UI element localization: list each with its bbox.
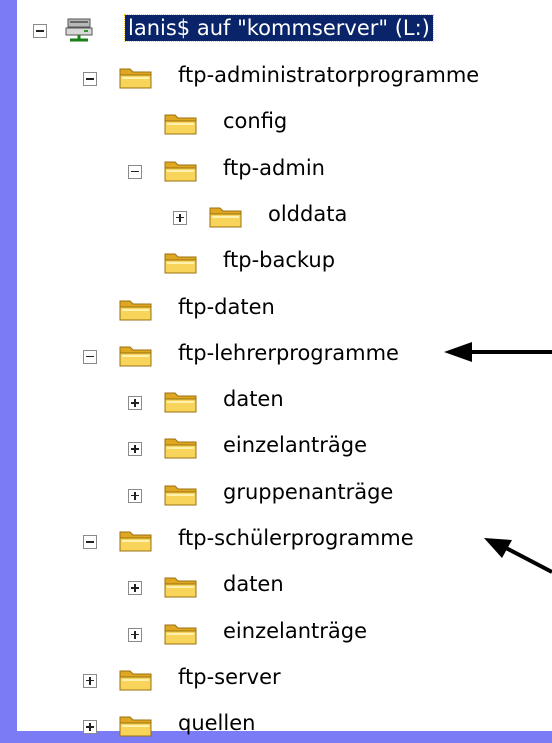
collapse-toggle[interactable] — [33, 24, 47, 38]
tree-item-label[interactable]: ftp-server — [178, 664, 281, 690]
collapse-toggle[interactable] — [83, 535, 97, 549]
expand-toggle[interactable] — [128, 442, 142, 457]
tree-item-label[interactable]: ftp-admin — [223, 155, 325, 181]
folder-icon — [164, 161, 197, 182]
collapse-toggle[interactable] — [83, 72, 97, 86]
folder-icon — [119, 346, 152, 367]
collapse-toggle[interactable] — [128, 164, 142, 179]
expand-toggle[interactable] — [128, 488, 142, 503]
tree-item-label[interactable]: daten — [223, 571, 284, 597]
tree-item-label[interactable]: ftp-schülerprogramme — [178, 525, 414, 551]
folder-icon — [164, 438, 197, 459]
folder-icon — [164, 577, 197, 598]
folder-icon — [119, 68, 152, 89]
folder-icon — [164, 253, 197, 274]
tree-item-label[interactable]: ftp-daten — [178, 294, 275, 320]
annotation-arrow-schueler — [484, 538, 552, 574]
folder-icon — [119, 670, 152, 691]
expand-toggle[interactable] — [83, 720, 97, 735]
collapse-toggle[interactable] — [83, 349, 97, 364]
folder-icon — [164, 392, 197, 413]
tree-item-label[interactable]: einzelanträge — [223, 432, 367, 458]
expand-toggle[interactable] — [83, 673, 97, 688]
tree-item-label[interactable]: ftp-administratorprogramme — [178, 62, 479, 88]
tree-item-label[interactable]: daten — [223, 386, 284, 412]
tree-item-label[interactable]: einzelanträge — [223, 618, 367, 644]
tree-item-label[interactable]: ftp-backup — [223, 247, 335, 273]
folder-icon — [209, 207, 242, 228]
tree-item-label[interactable]: gruppenanträge — [223, 479, 393, 505]
folder-icon — [164, 624, 197, 645]
tree-item-label[interactable]: config — [223, 108, 287, 134]
folder-icon — [164, 114, 197, 135]
expand-toggle[interactable] — [173, 210, 187, 225]
folder-icon — [119, 531, 152, 552]
tree-item-label[interactable]: ftp-lehrerprogramme — [178, 340, 399, 366]
tree-item-label[interactable]: olddata — [268, 201, 347, 227]
expand-toggle[interactable] — [128, 627, 142, 642]
tree-item-label[interactable]: quellen — [178, 710, 255, 736]
network-drive-icon — [65, 18, 93, 42]
expand-toggle[interactable] — [128, 581, 142, 596]
tree-root-label[interactable]: lanis$ auf "kommserver" (L:) — [124, 14, 434, 42]
annotation-arrow-lehrer — [444, 342, 552, 362]
folder-icon — [164, 485, 197, 506]
expand-toggle[interactable] — [128, 396, 142, 411]
folder-icon — [119, 716, 152, 737]
folder-icon — [119, 300, 152, 320]
